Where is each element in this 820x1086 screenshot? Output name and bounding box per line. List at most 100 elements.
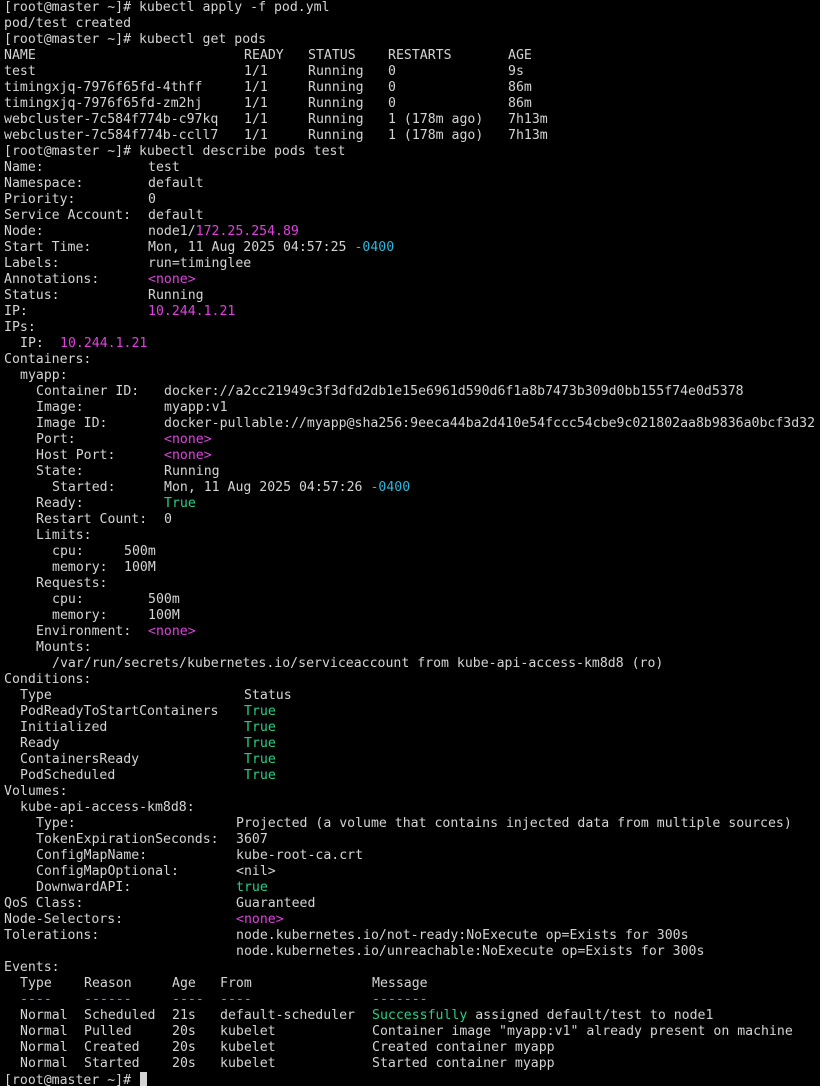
column-header: RESTARTS <box>388 48 452 63</box>
field-label: IP: <box>20 336 44 351</box>
pod-ready: 1/1 <box>244 112 268 127</box>
table-row: webcluster-7c584f774b-ccll7 1/1 Running … <box>4 128 548 144</box>
field-label: ConfigMapOptional: <box>36 864 179 879</box>
field-value: <none> <box>236 912 284 927</box>
pod-status: Running <box>308 80 364 95</box>
field-value: 500m <box>148 592 180 607</box>
field-label: Type: <box>36 816 76 831</box>
pod-name: webcluster-7c584f774b-c97kq <box>4 112 219 127</box>
pod-restarts: 1 (178m ago) <box>388 128 484 143</box>
field-value: Mon, 11 Aug 2025 04:57:26 -0400 <box>164 480 410 496</box>
command-line-describe: [root@master ~]# kubectl describe pods t… <box>4 144 345 160</box>
table-row: timingxjq-7976f65fd-4thff 1/1 Running 0 … <box>4 80 532 96</box>
header-underline: ------- <box>372 992 428 1007</box>
command-line-get: [root@master ~]# kubectl get pods <box>4 32 266 48</box>
event-from: kubelet <box>220 1024 276 1039</box>
field-label: ConfigMapName: <box>36 848 148 863</box>
field-label: cpu: <box>52 592 84 607</box>
field-value: 0 <box>164 512 172 527</box>
condition-status: True <box>244 768 276 783</box>
field-value: run=timinglee <box>148 256 252 271</box>
condition-type: Ready <box>20 736 60 751</box>
field-value: Projected (a volume that contains inject… <box>236 816 792 831</box>
condition-status: True <box>244 704 276 719</box>
event-message: Container image "myapp:v1" already prese… <box>372 1024 793 1039</box>
apply-output: pod/test created <box>4 16 132 31</box>
terminal-window[interactable]: [root@master ~]# kubectl apply -f pod.ym… <box>0 0 820 1086</box>
message-text: assigned default/test to node1 <box>467 1008 714 1023</box>
field-label: DownwardAPI: <box>36 880 132 895</box>
header-underline: ---- <box>172 992 204 1007</box>
started-time: Mon, 11 Aug 2025 04:57:26 <box>164 480 371 495</box>
message-highlight: Successfully <box>372 1008 468 1023</box>
event-from: kubelet <box>220 1040 276 1055</box>
field-label: Priority: <box>4 192 76 207</box>
command-text: kubectl apply -f pod.yml <box>131 0 330 15</box>
field-value: 10.244.1.21 <box>148 304 236 319</box>
command-line-apply: [root@master ~]# kubectl apply -f pod.ym… <box>4 0 330 16</box>
field-value: 0 <box>148 192 156 207</box>
field-label: Namespace: <box>4 176 84 191</box>
field-label: cpu: <box>52 544 84 559</box>
pod-ready: 1/1 <box>244 80 268 95</box>
field-label: Tolerations: <box>4 928 100 943</box>
condition-status: True <box>244 752 276 767</box>
field-value: <none> <box>164 448 212 463</box>
field-value: test <box>148 160 180 175</box>
condition-status: True <box>244 720 276 735</box>
pod-name: timingxjq-7976f65fd-4thff <box>4 80 203 95</box>
event-age: 20s <box>172 1024 196 1039</box>
field-label: Container ID: <box>36 384 140 399</box>
table-row: Normal Scheduled 21s default-scheduler S… <box>4 1008 713 1024</box>
header-underline: ---- <box>20 992 52 1007</box>
table-row: timingxjq-7976f65fd-zm2hj 1/1 Running 0 … <box>4 96 532 112</box>
field-label: QoS Class: <box>4 896 84 911</box>
field-value: <none> <box>148 272 196 287</box>
shell-prompt: [root@master ~]# <box>4 32 132 47</box>
field-label: memory: <box>52 608 108 623</box>
event-message: Successfully assigned default/test to no… <box>372 1008 713 1024</box>
field-label: Restart Count: <box>36 512 148 527</box>
event-message: Created container myapp <box>372 1040 555 1055</box>
event-type: Normal <box>20 1040 68 1055</box>
pod-ready: 1/1 <box>244 96 268 111</box>
column-header: READY <box>244 48 284 63</box>
command-line-current[interactable]: [root@master ~]# <box>4 1072 147 1086</box>
section-label: Events: <box>4 960 60 975</box>
command-text: kubectl get pods <box>131 32 267 47</box>
pod-restarts: 1 (178m ago) <box>388 112 484 127</box>
mount-path: /var/run/secrets/kubernetes.io/serviceac… <box>52 656 664 671</box>
field-label: Labels: <box>4 256 60 271</box>
text-cursor[interactable] <box>140 1072 147 1086</box>
timezone: -0400 <box>370 480 411 495</box>
column-header: Type <box>20 688 52 703</box>
event-message: Started container myapp <box>372 1056 555 1071</box>
event-type: Normal <box>20 1056 68 1071</box>
pod-name: test <box>4 64 36 79</box>
shell-prompt: [root@master ~]# <box>4 0 132 15</box>
column-header: STATUS <box>308 48 356 63</box>
pod-status: Running <box>308 112 364 127</box>
field-value: docker-pullable://myapp@sha256:9eeca44ba… <box>164 416 816 431</box>
header-underline: ------ <box>84 992 132 1007</box>
event-from: kubelet <box>220 1056 276 1071</box>
section-label: IPs: <box>4 320 36 335</box>
field-value: <none> <box>164 432 212 447</box>
field-label: TokenExpirationSeconds: <box>36 832 219 847</box>
column-header: Type <box>20 976 52 991</box>
field-label: State: <box>36 464 84 479</box>
events-header: Type Reason Age From Message <box>4 976 428 992</box>
column-header: NAME <box>4 48 36 63</box>
table-row: Normal Created 20s kubelet Created conta… <box>4 1040 555 1056</box>
pod-name: webcluster-7c584f774b-ccll7 <box>4 128 219 143</box>
pod-name: timingxjq-7976f65fd-zm2hj <box>4 96 203 111</box>
table-row: webcluster-7c584f774b-c97kq 1/1 Running … <box>4 112 548 128</box>
condition-type: PodReadyToStartContainers <box>20 704 219 719</box>
field-value: Guaranteed <box>236 896 316 911</box>
column-header: Reason <box>84 976 132 991</box>
field-label: Environment: <box>36 624 132 639</box>
condition-status: True <box>244 736 276 751</box>
field-value: 10.244.1.21 <box>60 336 148 351</box>
event-type: Normal <box>20 1024 68 1039</box>
field-label: Start Time: <box>4 240 92 255</box>
